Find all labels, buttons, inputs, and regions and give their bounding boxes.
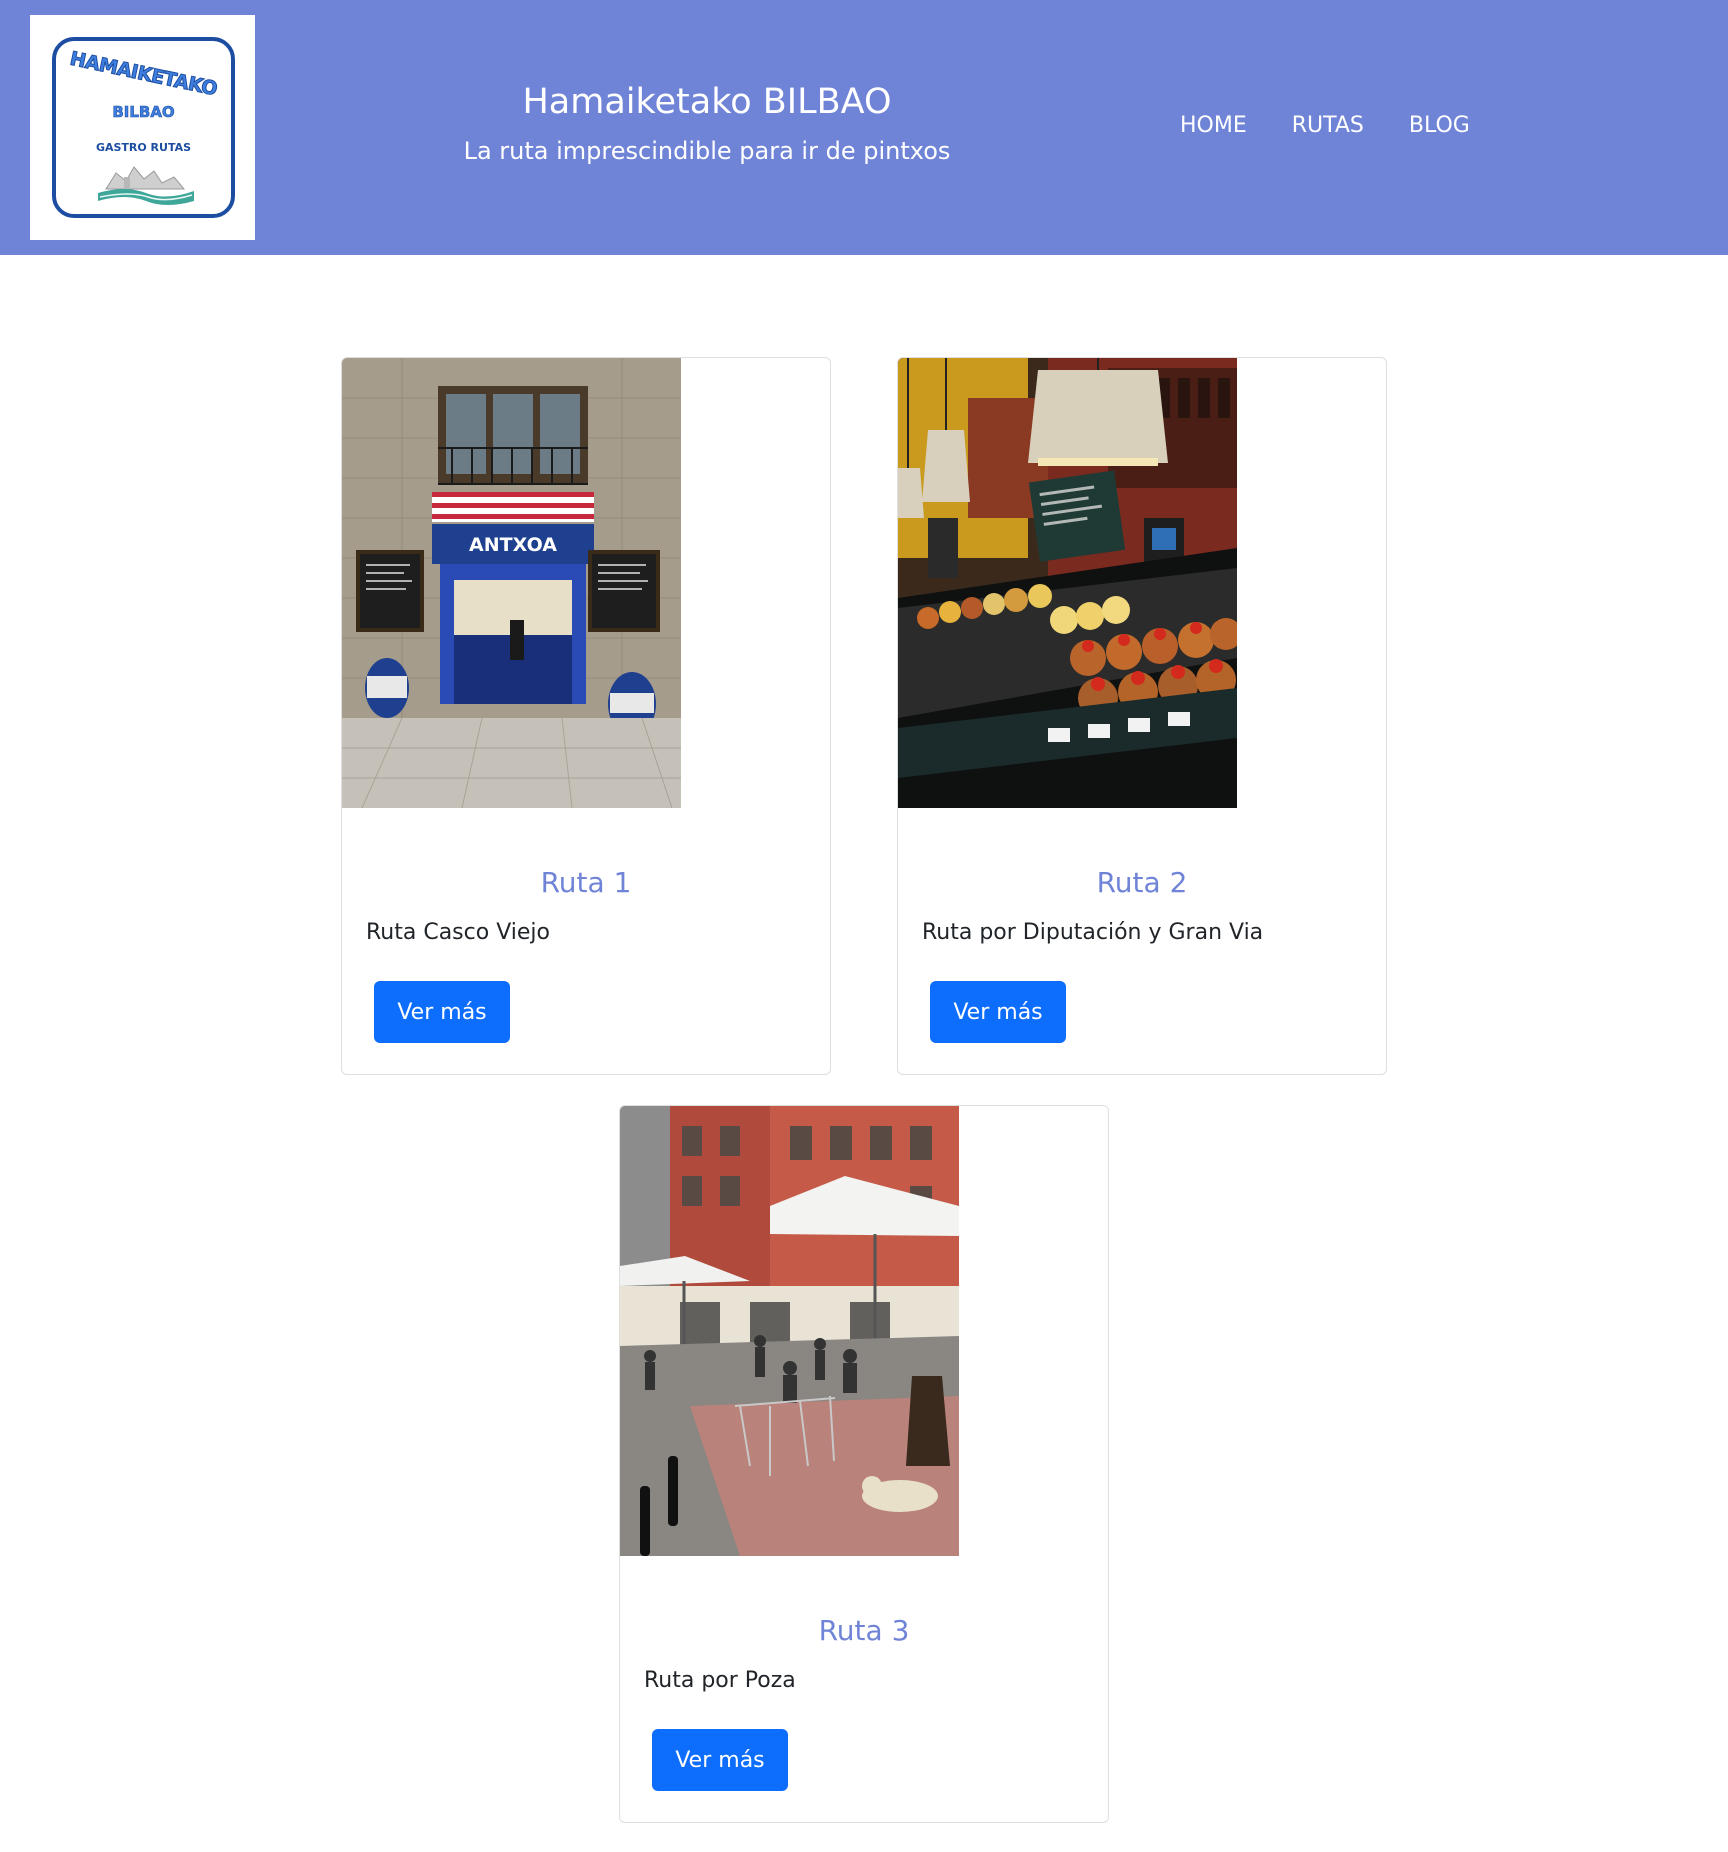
ver-mas-button[interactable]: Ver más bbox=[652, 1729, 788, 1791]
logo-text-line1: HAMAIKETAKO bbox=[67, 47, 219, 101]
ver-mas-button[interactable]: Ver más bbox=[374, 981, 510, 1043]
route-card: Ruta 2 Ruta por Diputación y Gran Via Ve… bbox=[897, 357, 1387, 1075]
logo-text-line2: BILBAO bbox=[112, 103, 175, 122]
card-text: Ruta por Poza bbox=[644, 1668, 796, 1693]
main-nav: HOME RUTAS BLOG bbox=[1180, 113, 1515, 138]
card-title: Ruta 3 bbox=[818, 1614, 910, 1647]
site-header: HAMAIKETAKO BILBAO GASTRO RUTAS Hamaiket… bbox=[0, 0, 1728, 255]
route-card: Ruta 3 Ruta por Poza Ver más bbox=[619, 1105, 1109, 1823]
logo[interactable]: HAMAIKETAKO BILBAO GASTRO RUTAS bbox=[30, 15, 255, 240]
route-image-diputacion-gran-via bbox=[898, 358, 1237, 808]
nav-home-link[interactable]: HOME bbox=[1180, 113, 1247, 138]
ver-mas-button[interactable]: Ver más bbox=[930, 981, 1066, 1043]
card-text: Ruta Casco Viejo bbox=[366, 920, 550, 945]
logo-text-line3: GASTRO RUTAS bbox=[95, 141, 192, 154]
nav-rutas-link[interactable]: RUTAS bbox=[1292, 113, 1364, 138]
site-title: Hamaiketako BILBAO bbox=[522, 82, 892, 122]
guggenheim-illustration-icon bbox=[98, 166, 194, 205]
logo-frame: HAMAIKETAKO BILBAO GASTRO RUTAS bbox=[52, 37, 235, 218]
svg-text:ANTXOA: ANTXOA bbox=[469, 534, 557, 556]
route-card: ANTXOA Ruta 1 Ruta Casco Viejo Ver más bbox=[341, 357, 831, 1075]
route-image-casco-viejo: ANTXOA bbox=[342, 358, 681, 808]
nav-blog-link[interactable]: BLOG bbox=[1409, 113, 1470, 138]
site-subtitle: La ruta imprescindible para ir de pintxo… bbox=[463, 137, 951, 165]
route-image-poza bbox=[620, 1106, 959, 1556]
card-text: Ruta por Diputación y Gran Via bbox=[922, 920, 1264, 945]
card-title: Ruta 1 bbox=[540, 866, 632, 899]
card-title: Ruta 2 bbox=[1096, 866, 1188, 899]
